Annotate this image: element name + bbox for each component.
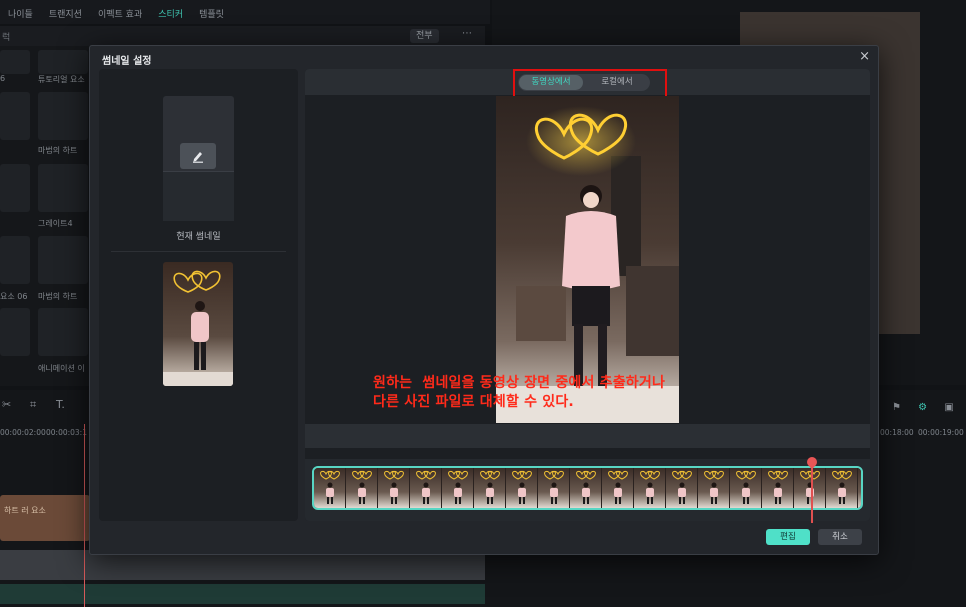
annotation-line-2: 다른 사진 파일로 대체할 수 있다. [373,394,574,410]
filter-select[interactable]: 전부 [410,29,439,43]
annotation-text: 원하는 썸네일을 동영상 장면 중에서 추출하거나 다른 사진 파일로 대체할 … [373,374,665,412]
dialog-title: 썸네일 설정 [102,56,152,67]
filter-label: 럭 [2,33,11,43]
app-root: 나이들 트랜지션 이펙트 효과 스티커 템플릿 럭 전부 ⋯ 6 튜토리얼 요소… [0,0,966,607]
tab-transition[interactable]: 트랜지션 [41,7,90,24]
sticker-label: 애니메이션 이 [38,364,85,373]
highlight-box [513,69,667,98]
sticker-thumb[interactable] [0,92,30,140]
sticker-label: 요소 06 [0,292,28,301]
filmstrip-frames [314,468,861,508]
tab-templates[interactable]: 템플릿 [191,7,232,24]
settings-icon[interactable]: ⚙ [918,402,927,413]
tab-media[interactable]: 나이들 [0,7,41,24]
crop-icon[interactable]: ⌗ [30,398,36,412]
resource-tabs: 나이들 트랜지션 이펙트 효과 스티커 템플릿 [0,0,490,24]
sticker-thumb[interactable] [38,50,88,74]
sticker-thumb[interactable] [38,308,88,356]
edit-thumbnail-button[interactable] [180,143,216,169]
marker-icon[interactable]: ⚑ [892,402,901,413]
thumbnail-source-panel: 동영상에서 로컬에서 [305,69,870,523]
video-filmstrip[interactable] [312,466,863,510]
divider [111,251,286,252]
current-thumbnail-panel: 현재 썸네일 [99,69,298,521]
audio-track[interactable] [0,584,485,604]
sticker-label: 6 [0,74,6,83]
thumbnail-candidate[interactable] [163,262,233,386]
sticker-label: 마법의 하트 [38,146,78,155]
ruler-time: 00:00:19:00 [918,428,964,437]
pencil-icon [193,152,203,163]
source-tab-bar: 동영상에서 로컬에서 [305,69,870,98]
filmstrip-panel [305,454,870,523]
thumbnail-settings-dialog: 썸네일 설정 × 현재 썸네일 동영상에서 로컬에서 원하는 썸네일을 동영상 … [89,45,879,555]
tab-effects[interactable]: 이펙트 효과 [90,7,150,24]
ruler-time: 00:18:00 [880,428,914,437]
sticker-clip-label: 하트 러 요소 [4,506,46,515]
ruler-time: 00:00:03:1 [46,428,87,437]
ruler-time: 00:00:02:00 [0,428,46,437]
filter-bar: 럭 전부 ⋯ [0,26,485,46]
sticker-thumb[interactable] [38,92,88,140]
sticker-thumb[interactable] [0,50,30,74]
sticker-label: 마법의 하트 [38,292,78,301]
sticker-clip[interactable] [0,495,90,541]
tab-stickers[interactable]: 스티커 [150,7,191,24]
edit-button[interactable]: 편집 [766,529,810,545]
sticker-thumb[interactable] [0,308,30,356]
sticker-thumb[interactable] [0,236,30,284]
sticker-label: 그레이트4 [38,219,73,228]
sticker-label: 튜토리얼 요소 [38,75,85,84]
current-thumbnail-placeholder [163,96,234,221]
text-icon[interactable]: T. [56,398,65,411]
current-thumbnail-label: 현재 썸네일 [176,232,221,242]
thumbnail-image [163,262,233,386]
sticker-thumb[interactable] [38,164,88,212]
cancel-button[interactable]: 취소 [818,529,862,545]
annotation-line-1: 원하는 썸네일을 동영상 장면 중에서 추출하거나 [373,375,666,391]
more-icon[interactable]: ⋯ [462,28,472,39]
frame-scrub-area [305,424,870,448]
timeline-playhead[interactable] [84,424,85,607]
placeholder-shade [163,171,234,221]
fullscreen-icon[interactable]: ▣ [944,402,953,413]
timeline-toolbar: ✂ ⌗ T. [0,398,100,418]
sticker-thumb[interactable] [0,164,30,212]
scissors-icon[interactable]: ✂ [2,398,11,411]
sticker-thumb[interactable] [38,236,88,284]
close-icon[interactable]: × [859,49,870,64]
timeline-right-icons: ⚑ ⚙ ▣ [892,402,954,413]
